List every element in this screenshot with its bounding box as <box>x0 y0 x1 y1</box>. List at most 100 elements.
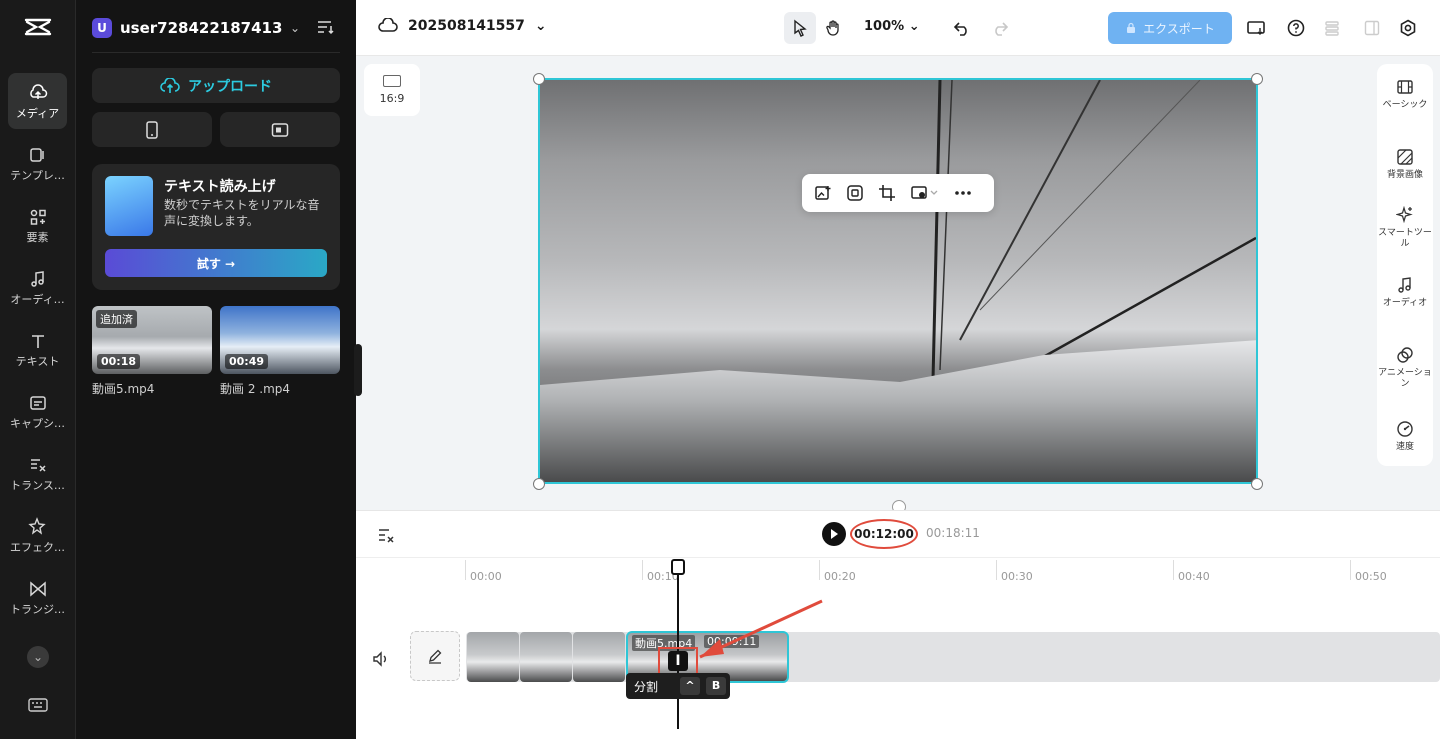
timeline-tools-button[interactable] <box>377 526 397 544</box>
tick-mark <box>819 560 820 580</box>
chevron-down-icon: ⌄ <box>908 19 920 34</box>
rail-item-label: オーディ… <box>10 293 65 306</box>
sort-icon <box>318 21 334 35</box>
account-switcher[interactable]: U user7284221874131... ⌄ <box>92 17 342 39</box>
aspect-ratio-button[interactable]: 16:9 <box>364 64 420 116</box>
expand-more-button[interactable]: ⌄ <box>27 646 49 668</box>
effects-icon <box>27 517 46 535</box>
help-button[interactable] <box>1280 12 1312 44</box>
rail-item-label: テンプレ… <box>10 169 65 182</box>
redo-button[interactable] <box>984 12 1016 44</box>
playhead-handle[interactable] <box>671 559 685 575</box>
replace-media-button[interactable] <box>812 182 834 204</box>
resize-handle[interactable] <box>1251 478 1263 490</box>
template-icon <box>29 148 44 162</box>
tick-mark <box>465 560 466 580</box>
pencil-icon <box>429 649 442 664</box>
lock-icon <box>1127 22 1136 33</box>
upload-button[interactable]: アップロード <box>92 68 340 103</box>
tool-basic[interactable]: ベーシック <box>1377 78 1433 111</box>
rail-item-templates[interactable]: テンプレ… <box>8 135 67 191</box>
panel-toggle-button[interactable] <box>1356 12 1388 44</box>
remove-bg-dropdown[interactable] <box>908 182 942 204</box>
tool-audio[interactable]: オーディオ <box>1377 276 1433 309</box>
undo-button[interactable] <box>946 12 978 44</box>
video-preview[interactable] <box>538 78 1258 484</box>
split-scissors-icon <box>379 529 394 543</box>
rail-item-media[interactable]: メディア <box>8 73 67 129</box>
image-add-icon <box>815 186 831 200</box>
split-cursor-icon: I <box>668 651 688 671</box>
capcut-logo[interactable] <box>24 16 52 38</box>
cover-edit-button[interactable] <box>410 631 460 681</box>
present-button[interactable] <box>1240 12 1272 44</box>
resize-handle[interactable] <box>533 478 545 490</box>
nav-rail: メディア テンプレ… 要素 オーディ… テキスト キャプシ… トランス… エフェ… <box>0 0 76 739</box>
rail-item-label: 要素 <box>26 231 49 244</box>
tick-mark <box>1173 560 1174 580</box>
rail-item-captions[interactable]: キャプシ… <box>8 383 67 439</box>
cloud-saved-icon <box>378 18 398 32</box>
rail-item-transcript[interactable]: トランス… <box>8 445 67 501</box>
added-badge: 追加済 <box>96 310 137 328</box>
export-button[interactable]: エクスポート <box>1108 12 1232 44</box>
user-name: user7284221874131... <box>120 19 284 37</box>
zoom-dropdown[interactable]: 100% ⌄ <box>864 19 920 34</box>
screen-record-button[interactable] <box>220 112 340 147</box>
crop-icon <box>879 185 895 201</box>
tts-try-button[interactable]: 試す → <box>105 249 327 277</box>
resize-handle[interactable] <box>1251 73 1263 85</box>
keyboard-shortcuts-button[interactable] <box>27 696 49 714</box>
crop-button[interactable] <box>876 182 898 204</box>
rail-item-label: キャプシ… <box>10 417 65 430</box>
media-filename: 動画5.mp4 <box>92 382 155 396</box>
upload-label: アップロード <box>188 78 272 95</box>
smart-crop-button[interactable] <box>844 182 866 204</box>
playhead[interactable] <box>677 561 679 729</box>
play-button[interactable] <box>822 522 846 546</box>
tts-title: テキスト読み上げ <box>164 179 276 195</box>
rail-item-text[interactable]: テキスト <box>8 321 67 377</box>
hand-tool-button[interactable] <box>818 12 850 44</box>
tool-animation[interactable]: アニメーション <box>1377 346 1433 390</box>
rail-item-audio[interactable]: オーディ… <box>8 259 67 315</box>
duration-badge: 00:49 <box>225 354 269 369</box>
project-title[interactable]: 202508141557 ⌄ <box>378 18 547 34</box>
split-tooltip: 分割 ^ B <box>626 673 730 699</box>
rail-item-effects[interactable]: エフェク… <box>8 507 67 563</box>
music-icon <box>30 271 44 287</box>
clip-frame[interactable] <box>520 632 572 682</box>
tool-label: オーディオ <box>1382 298 1428 308</box>
background-icon <box>1397 149 1413 165</box>
tick-label: 00:30 <box>1001 570 1033 583</box>
divider <box>92 52 340 53</box>
clip-duration: 00:09:11 <box>704 635 760 648</box>
clip-frame[interactable] <box>467 632 519 682</box>
settings-button[interactable] <box>1392 12 1424 44</box>
rail-item-elements[interactable]: 要素 <box>8 197 67 253</box>
resize-handle[interactable] <box>533 73 545 85</box>
layers-button[interactable] <box>1316 12 1348 44</box>
elements-icon <box>30 209 46 225</box>
tool-background[interactable]: 背景画像 <box>1377 148 1433 181</box>
track-mute-button[interactable] <box>372 651 390 667</box>
sort-button[interactable] <box>316 18 336 36</box>
time-ruler[interactable]: 00:00 00:10 00:20 00:30 00:40 00:50 <box>356 557 1440 583</box>
tick-label: 00:50 <box>1355 570 1387 583</box>
rail-item-transitions[interactable]: トランジ… <box>8 569 67 625</box>
phone-upload-button[interactable] <box>92 112 212 147</box>
export-label: エクスポート <box>1143 21 1215 36</box>
select-tool-button[interactable] <box>784 12 816 44</box>
undo-icon <box>953 22 967 36</box>
media-item[interactable]: 追加済 00:18 動画5.mp4 <box>92 306 212 397</box>
tool-speed[interactable]: 速度 <box>1377 420 1433 453</box>
panel-collapse-handle[interactable] <box>354 344 362 396</box>
ratio-icon <box>383 75 401 87</box>
tool-smart[interactable]: スマートツール <box>1377 206 1433 250</box>
media-item[interactable]: 00:49 動画 2 .mp4 <box>220 306 340 397</box>
transition-icon <box>29 581 46 597</box>
play-icon <box>831 529 838 539</box>
more-options-button[interactable] <box>952 182 974 204</box>
redo-icon <box>995 22 1009 36</box>
clip-frame[interactable] <box>573 632 625 682</box>
